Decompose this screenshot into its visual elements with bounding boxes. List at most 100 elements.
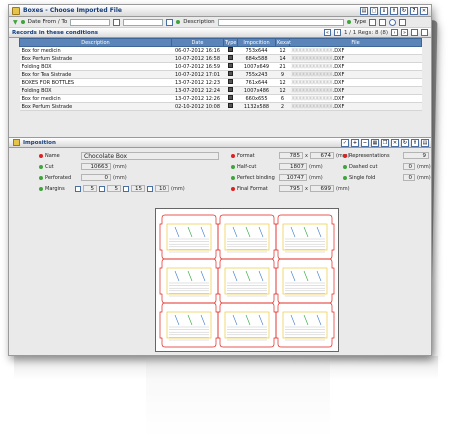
cut-line [159, 214, 219, 260]
row-file-suffix: .DXF [332, 95, 345, 102]
perforated-unit: (mm) [113, 174, 127, 181]
table-row[interactable]: Box for medicin 13-07-2012 12:26 660x655 6 X… [19, 94, 422, 103]
row-kexat: 6 [275, 94, 290, 103]
upload-icon[interactable]: ⇑ [390, 6, 398, 15]
pagination-text: 1 / 1 Regs: 8 (8) [343, 29, 388, 36]
row-kexat: 12 [275, 86, 290, 95]
crease-line [200, 226, 206, 238]
date-label: Date From / To [27, 19, 68, 25]
imposition-toolbar: ✓ + − ▦ ❐ ✕ ↻ ⇑ ▤ [341, 138, 429, 147]
crease-line [174, 314, 180, 326]
name-field: Name Chocolate Box [39, 152, 219, 160]
imp-print-icon[interactable]: ▤ [421, 138, 429, 147]
cut-line [275, 258, 335, 304]
col-date[interactable]: Date [171, 38, 224, 47]
margin-right-icon [99, 185, 105, 192]
calendar-from-icon[interactable] [113, 18, 121, 26]
col-type[interactable]: Type [223, 38, 238, 47]
first-page-icon[interactable]: « [323, 29, 331, 36]
grid-icon[interactable]: ▦ [371, 138, 379, 147]
settings-icon[interactable] [389, 18, 397, 26]
table-row[interactable]: Box for medicin 06-07-2012 16:16 753x644 12… [19, 46, 422, 55]
crease-line [290, 226, 296, 238]
row-impocition: 684x588 [237, 54, 276, 63]
margin-right-input[interactable]: 5 [107, 185, 121, 192]
format-width: 785 [279, 152, 303, 159]
table-row[interactable]: BOXES FOR BOTTLES 13-07-2012 12:23 761x644… [19, 78, 422, 87]
crease-line [290, 314, 296, 326]
rotate-icon[interactable]: ↻ [401, 138, 409, 147]
format-required-icon [231, 153, 235, 158]
fold-line [282, 267, 328, 295]
row-kexat: 12 [275, 78, 290, 87]
description-input[interactable] [217, 18, 344, 26]
crease-line [258, 226, 264, 238]
help-icon[interactable]: ? [410, 6, 418, 15]
cut-line [275, 302, 335, 348]
row-file-suffix: .DXF [332, 55, 345, 62]
box-representation [275, 302, 335, 348]
fold-line [224, 223, 270, 251]
calendar-to-icon[interactable] [166, 18, 174, 26]
table-row[interactable]: Box for Tea Sistrade 10-07-2012 17:01 755x… [19, 70, 422, 79]
download-icon[interactable]: ⇓ [380, 6, 388, 15]
copy-icon[interactable]: ❐ [381, 138, 389, 147]
margin-bottom-input[interactable]: 10 [155, 185, 169, 192]
dxf-file-icon [228, 95, 233, 100]
col-impocition[interactable]: Impocition [237, 38, 276, 47]
imposition-canvas[interactable] [155, 208, 339, 352]
table-row[interactable]: Box Perfum Sistrade 02-10-2012 10:08 1132x… [19, 102, 422, 111]
row-type [223, 94, 238, 103]
print-list-icon[interactable] [421, 29, 428, 36]
prev-page-icon[interactable]: ‹ [333, 29, 341, 36]
row-kexat: 21 [275, 62, 290, 71]
cut-field: Cut 10663 (mm) [39, 163, 127, 170]
dashed-cut-label: Dashed cut [349, 163, 378, 170]
representations-field: Representations 9 [343, 152, 429, 159]
perforated-value: 0 [81, 174, 111, 181]
margin-left-input[interactable]: 5 [83, 185, 97, 192]
margin-top-input[interactable]: 15 [131, 185, 145, 192]
table-row[interactable]: Folding BOX 10-07-2012 16:59 1007x649 21 XXX… [19, 62, 422, 71]
search-icon[interactable] [379, 18, 387, 26]
next-page-icon[interactable]: › [391, 29, 398, 36]
name-input[interactable]: Chocolate Box [81, 152, 219, 160]
refresh-icon[interactable]: ↻ [400, 6, 408, 15]
row-file-name-blurred: XXXXXXXXXXXX [291, 63, 333, 70]
lock-icon[interactable]: ▢ [370, 6, 378, 15]
row-type [223, 78, 238, 87]
crease-line [187, 270, 193, 282]
filter-toggle-icon[interactable]: ▼ [13, 19, 18, 26]
col-description[interactable]: Description [19, 38, 172, 47]
type-select-icon[interactable] [369, 18, 377, 26]
last-page-icon[interactable]: » [401, 29, 408, 36]
date-to-input[interactable] [123, 18, 164, 26]
table-row[interactable]: Box Perfum Sistrade 10-07-2012 16:58 684x5… [19, 54, 422, 63]
row-file-suffix: .DXF [332, 71, 345, 78]
imp-export-icon[interactable]: ⇑ [411, 138, 419, 147]
perfect-binding-unit: (mm) [309, 174, 323, 181]
col-file[interactable]: File [289, 38, 422, 47]
table-row[interactable]: Folding BOX 13-07-2012 12:24 1007x486 12 XXX… [19, 86, 422, 95]
close-icon[interactable]: ✕ [420, 6, 428, 15]
filter-refresh-icon[interactable] [399, 18, 407, 26]
export-icon[interactable] [411, 29, 418, 36]
canvas-reflection [146, 358, 330, 438]
delete-icon[interactable]: ✕ [391, 138, 399, 147]
confirm-icon[interactable]: ✓ [341, 138, 349, 147]
date-from-input[interactable] [70, 18, 111, 26]
zoom-in-icon[interactable]: + [351, 138, 359, 147]
crease-line [258, 270, 264, 282]
final-format-label: Final Format [237, 185, 268, 192]
crease-line [187, 314, 193, 326]
row-date: 06-07-2012 16:16 [171, 46, 224, 55]
zoom-out-icon[interactable]: − [361, 138, 369, 147]
box-representation [159, 214, 219, 260]
row-date: 13-07-2012 12:23 [171, 78, 224, 87]
fold-line [166, 311, 212, 339]
imposition-icon [13, 139, 20, 146]
print-icon[interactable]: ▤ [360, 6, 368, 15]
perforated-field: Perforated 0 (mm) [39, 174, 127, 181]
col-kexat[interactable]: Kexat [275, 38, 291, 47]
single-fold-value: 0 [403, 174, 415, 181]
